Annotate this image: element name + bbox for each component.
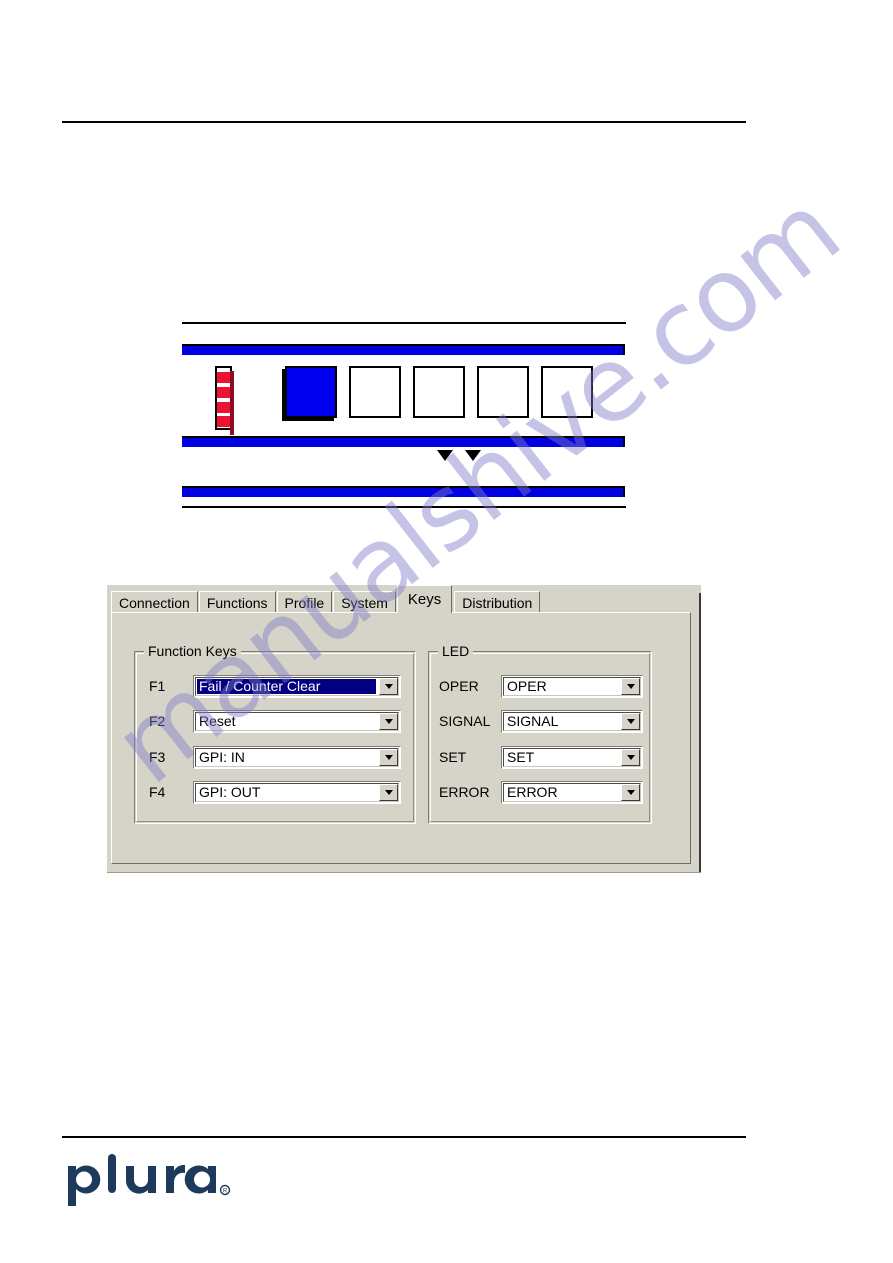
f4-function-combo[interactable]: GPI: OUT	[193, 780, 401, 804]
panel-key-1-active	[285, 366, 337, 418]
display-bar-bottom	[182, 486, 625, 497]
function-keys-group: Function Keys F1 Fail / Counter Clear F2…	[134, 643, 416, 824]
function-key-row-f2: F2 Reset	[149, 709, 401, 733]
front-panel-illustration	[182, 318, 626, 510]
oper-led-combo[interactable]: OPER	[501, 674, 643, 698]
page-footer-rule	[62, 1136, 746, 1138]
status-led-bar	[215, 366, 234, 435]
function-key-row-f1: F1 Fail / Counter Clear	[149, 674, 401, 698]
tab-label: Profile	[284, 594, 325, 611]
led-group-title: LED	[438, 643, 474, 659]
tab-profile[interactable]: Profile	[276, 591, 333, 613]
function-keys-group-title: Function Keys	[144, 643, 241, 659]
row-label: SIGNAL	[439, 713, 491, 729]
chevron-down-icon[interactable]	[379, 712, 398, 730]
led-row-oper: OPER OPER	[439, 674, 643, 698]
chevron-down-icon[interactable]	[621, 712, 640, 730]
tab-label: Connection	[119, 594, 190, 611]
combo-value: SET	[507, 749, 535, 765]
tab-system[interactable]: System	[333, 591, 396, 613]
svg-text:R: R	[223, 1188, 228, 1194]
tab-connection[interactable]: Connection	[111, 591, 198, 613]
led-segment	[217, 387, 230, 398]
tab-label: Distribution	[462, 594, 533, 611]
dialog-tabstrip: Connection Functions Profile System Keys…	[111, 585, 541, 613]
keys-configuration-dialog: Connection Functions Profile System Keys…	[107, 585, 701, 873]
plura-logo: R	[64, 1152, 284, 1212]
led-segment	[217, 416, 230, 427]
combo-value: GPI: OUT	[199, 784, 261, 800]
tab-panel-keys: Function Keys F1 Fail / Counter Clear F2…	[111, 612, 691, 864]
pointer-marker-right-icon	[465, 450, 481, 461]
row-label: ERROR	[439, 784, 490, 800]
signal-led-combo[interactable]: SIGNAL	[501, 709, 643, 733]
led-group: LED OPER OPER SIGNAL SIGNAL SET SET ERRO…	[428, 643, 652, 824]
display-bar-top	[182, 344, 625, 355]
chevron-down-icon[interactable]	[379, 748, 398, 766]
combo-focus-rect	[196, 677, 377, 695]
set-led-combo[interactable]: SET	[501, 745, 643, 769]
panel-key-4	[477, 366, 529, 418]
function-key-row-f3: F3 GPI: IN	[149, 745, 401, 769]
led-row-signal: SIGNAL SIGNAL	[439, 709, 643, 733]
function-key-row-f4: F4 GPI: OUT	[149, 780, 401, 804]
dialog-right-edge	[699, 593, 701, 873]
chevron-down-icon[interactable]	[379, 677, 398, 695]
chevron-down-icon[interactable]	[621, 783, 640, 801]
f3-function-combo[interactable]: GPI: IN	[193, 745, 401, 769]
row-label: F1	[149, 678, 166, 694]
display-bar-middle	[182, 436, 625, 447]
pointer-marker-left-icon	[437, 450, 453, 461]
error-led-combo[interactable]: ERROR	[501, 780, 643, 804]
chevron-down-icon[interactable]	[621, 677, 640, 695]
combo-value: OPER	[507, 678, 547, 694]
panel-rule-top	[182, 322, 626, 324]
panel-key-2	[349, 366, 401, 418]
chevron-down-icon[interactable]	[621, 748, 640, 766]
led-row-set: SET SET	[439, 745, 643, 769]
led-row-error: ERROR ERROR	[439, 780, 643, 804]
tab-label: System	[341, 594, 388, 611]
chevron-down-icon[interactable]	[379, 783, 398, 801]
panel-key-5	[541, 366, 593, 418]
combo-value: ERROR	[507, 784, 558, 800]
row-label: F4	[149, 784, 166, 800]
row-label: SET	[439, 749, 467, 765]
panel-key-3	[413, 366, 465, 418]
tab-label: Functions	[206, 594, 268, 611]
tab-functions[interactable]: Functions	[198, 591, 276, 613]
page-header-rule	[62, 121, 746, 123]
tab-label: Keys	[407, 591, 442, 608]
dialog-bottom-edge	[107, 872, 701, 873]
f2-function-combo[interactable]: Reset	[193, 709, 401, 733]
row-label: F3	[149, 749, 166, 765]
tab-distribution[interactable]: Distribution	[454, 591, 541, 613]
row-label: OPER	[439, 678, 479, 694]
combo-value: GPI: IN	[199, 749, 245, 765]
tab-keys[interactable]: Keys	[396, 585, 453, 613]
led-segment	[217, 402, 230, 413]
row-label: F2	[149, 713, 166, 729]
led-segment	[217, 372, 230, 383]
f1-function-combo[interactable]: Fail / Counter Clear	[193, 674, 401, 698]
panel-rule-bottom	[182, 506, 626, 508]
combo-value: SIGNAL	[507, 713, 559, 729]
combo-value: Reset	[199, 713, 236, 729]
led-bar-shadow	[230, 371, 234, 435]
